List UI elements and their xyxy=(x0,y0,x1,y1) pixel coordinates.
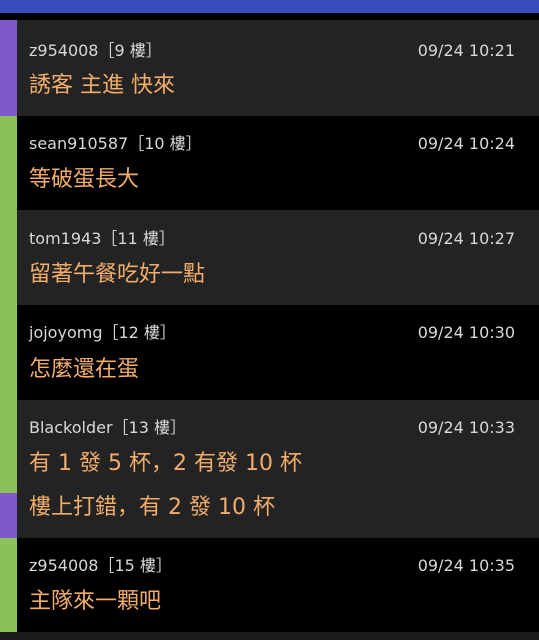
comment-meta: z954008［15 樓］ 09/24 10:35 xyxy=(29,556,515,576)
floor-color-bar xyxy=(0,305,17,400)
comment-item[interactable]: sean910587［10 樓］ 09/24 10:24 等破蛋長大 xyxy=(0,116,539,210)
top-divider xyxy=(0,13,539,20)
comment-author: z954008 xyxy=(29,41,99,60)
comment-meta: tom1943［11 樓］ 09/24 10:27 xyxy=(29,229,515,249)
comment-time: 09/24 10:35 xyxy=(417,556,515,575)
comment-time: 09/24 10:21 xyxy=(417,41,515,60)
comment-meta: z954008［9 樓］ 09/24 10:21 xyxy=(29,41,515,61)
comment-author-floor: z954008［9 樓］ xyxy=(29,41,162,61)
comment-floor: ［9 樓］ xyxy=(98,41,162,60)
top-accent-strip xyxy=(0,0,539,13)
floor-color-bar xyxy=(0,538,17,632)
comment-author: Blackolder xyxy=(29,418,113,437)
comment-floor: ［12 樓］ xyxy=(102,323,176,342)
comment-author-floor: tom1943［11 樓］ xyxy=(29,229,175,249)
comment-floor: ［13 樓］ xyxy=(112,418,186,437)
comment-time: 09/24 10:33 xyxy=(417,418,515,437)
comment-text: 有 1 發 5 杯，2 有發 10 杯 xyxy=(29,451,302,476)
comment-time: 09/24 10:24 xyxy=(417,134,515,153)
comment-text: 等破蛋長大 xyxy=(29,167,140,192)
comment-author: tom1943 xyxy=(29,229,102,248)
comment-meta: sean910587［10 樓］ 09/24 10:24 xyxy=(29,134,515,154)
floor-color-bar xyxy=(0,116,17,210)
next-comment-edge xyxy=(0,632,539,640)
comment-time: 09/24 10:30 xyxy=(417,323,515,342)
comment-meta: Blackolder［13 樓］ 09/24 10:33 xyxy=(29,418,515,438)
comment-author: jojoyomg xyxy=(29,323,103,342)
comment-text: 怎麼還在蛋 xyxy=(29,357,140,382)
comment-item[interactable]: z954008［9 樓］ 09/24 10:21 誘客 主進 快來 xyxy=(0,20,539,116)
comment-author-floor: jojoyomg［12 樓］ xyxy=(29,323,176,343)
comment-item[interactable]: z954008［15 樓］ 09/24 10:35 主隊來一顆吧 xyxy=(0,538,539,632)
comment-item[interactable]: Blackolder［13 樓］ 09/24 10:33 有 1 發 5 杯，2… xyxy=(0,400,539,538)
comment-floor: ［11 樓］ xyxy=(101,229,175,248)
floor-color-bar-secondary xyxy=(0,493,17,538)
comment-floor: ［10 樓］ xyxy=(128,134,202,153)
floor-color-bar xyxy=(0,400,17,493)
comment-author-floor: Blackolder［13 樓］ xyxy=(29,418,186,438)
comment-item[interactable]: tom1943［11 樓］ 09/24 10:27 留著午餐吃好一點 xyxy=(0,210,539,305)
comment-author-floor: z954008［15 樓］ xyxy=(29,556,172,576)
comment-item[interactable]: jojoyomg［12 樓］ 09/24 10:30 怎麼還在蛋 xyxy=(0,305,539,400)
comment-text: 主隊來一顆吧 xyxy=(29,589,162,614)
comment-author: z954008 xyxy=(29,556,99,575)
comment-author: sean910587 xyxy=(29,134,129,153)
floor-color-bar xyxy=(0,20,17,116)
comment-time: 09/24 10:27 xyxy=(417,229,515,248)
comment-author-floor: sean910587［10 樓］ xyxy=(29,134,202,154)
comment-text: 留著午餐吃好一點 xyxy=(29,262,206,287)
comment-text: 誘客 主進 快來 xyxy=(29,73,175,98)
comment-floor: ［15 樓］ xyxy=(98,556,172,575)
floor-color-bar xyxy=(0,210,17,305)
comment-text-second-line: 樓上打錯，有 2 發 10 杯 xyxy=(29,495,275,520)
comment-meta: jojoyomg［12 樓］ 09/24 10:30 xyxy=(29,323,515,343)
